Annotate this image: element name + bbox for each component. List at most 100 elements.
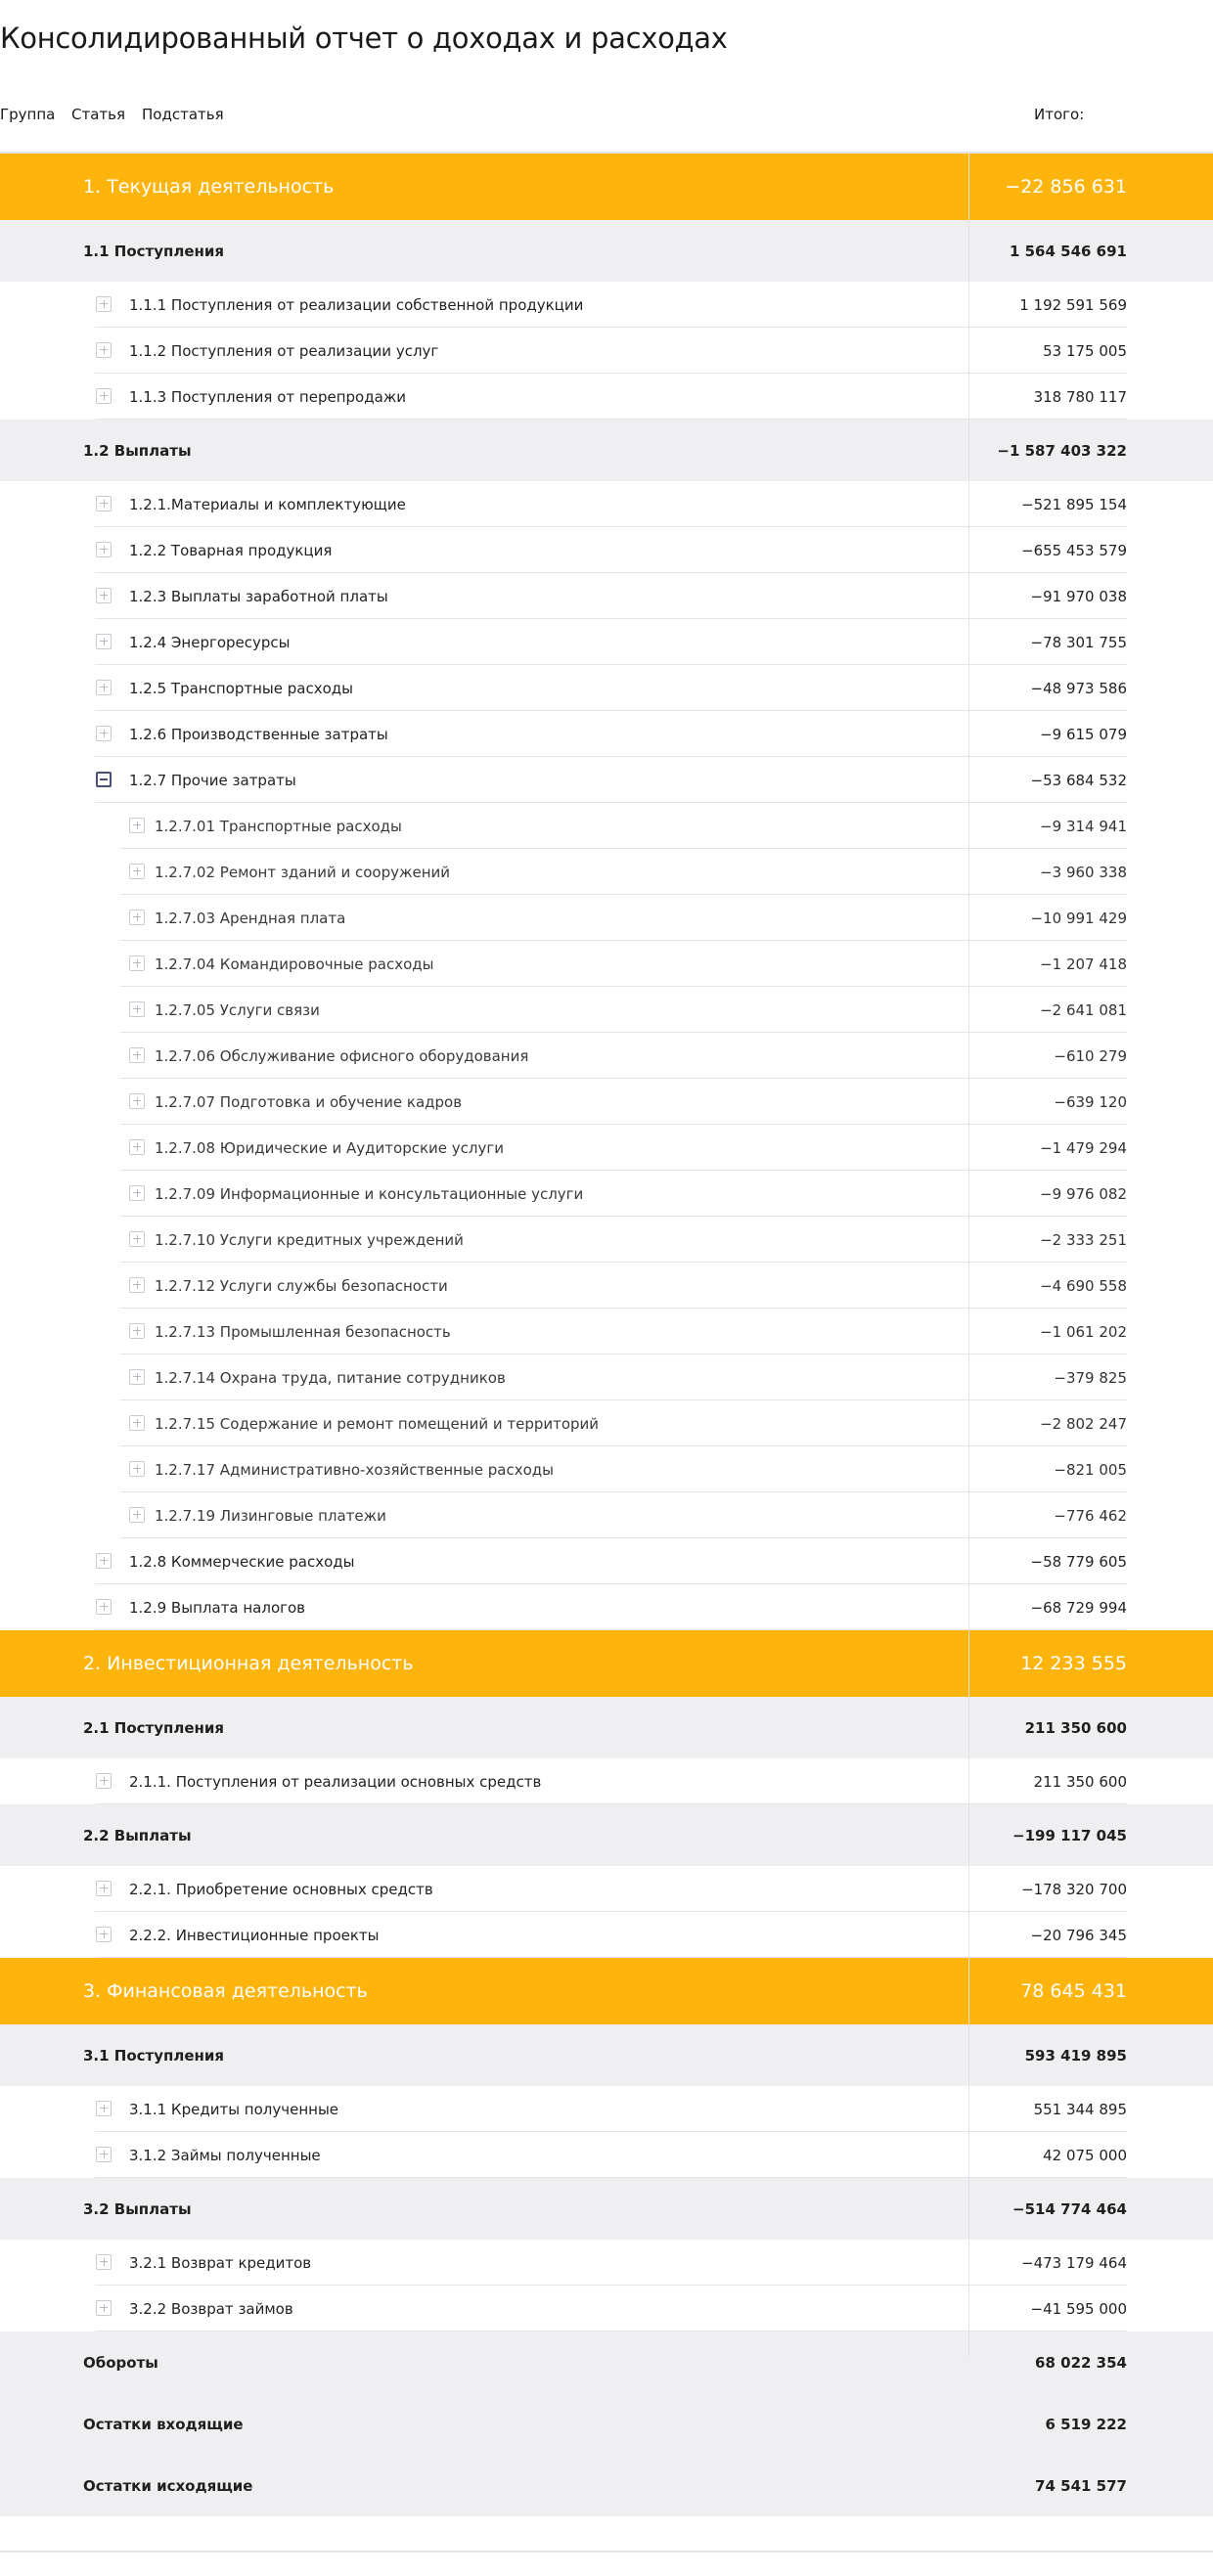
item-row[interactable]: 2.2.2. Инвестиционные проекты −20 796 345 [0, 1912, 1213, 1958]
item-row[interactable]: 2.1.1. Поступления от реализации основны… [0, 1758, 1213, 1804]
item-row[interactable]: 1.1.2 Поступления от реализации услуг 53 … [0, 328, 1213, 374]
sub-item-row[interactable]: 1.2.7.01 Транспортные расходы −9 314 941 [0, 803, 1213, 849]
column-header-article[interactable]: Статья [71, 106, 125, 123]
sub-item-row[interactable]: 1.2.7.06 Обслуживание офисного оборудова… [0, 1033, 1213, 1079]
expand-icon[interactable] [96, 1926, 112, 1942]
section-row: 1. Текущая деятельность −22 856 631 [0, 154, 1213, 220]
row-label: 1.2.7.03 Арендная плата [155, 909, 346, 927]
item-row[interactable]: 1.2.3 Выплаты заработной платы −91 970 03… [0, 573, 1213, 619]
expand-icon[interactable] [96, 587, 112, 603]
row-total-value: −1 061 202 [1040, 1322, 1127, 1341]
column-header-group[interactable]: Группа [0, 106, 55, 123]
sub-item-row[interactable]: 1.2.7.02 Ремонт зданий и сооружений −3 96… [0, 849, 1213, 895]
expand-icon[interactable] [96, 2253, 112, 2270]
expand-icon[interactable] [96, 387, 112, 404]
expand-icon[interactable] [96, 2100, 112, 2116]
sub-item-row[interactable]: 1.2.7.13 Промышленная безопасность −1 061… [0, 1309, 1213, 1355]
expand-icon[interactable] [96, 295, 112, 312]
row-total-value: −2 802 247 [1040, 1414, 1127, 1433]
sub-item-row[interactable]: 1.2.7.12 Услуги службы безопасности −4 69… [0, 1263, 1213, 1309]
row-label: 1.2.7.09 Информационные и консультационн… [155, 1184, 584, 1203]
sub-item-row[interactable]: 1.2.7.04 Командировочные расходы −1 207 4… [0, 941, 1213, 987]
row-total-value: −9 314 941 [1040, 817, 1127, 835]
row-total-value: 593 419 895 [1024, 2046, 1127, 2065]
item-row[interactable]: 1.2.9 Выплата налогов −68 729 994 [0, 1584, 1213, 1630]
sub-item-row[interactable]: 1.2.7.08 Юридические и Аудиторские услуг… [0, 1125, 1213, 1171]
expand-icon[interactable] [96, 725, 112, 741]
row-label: 3. Финансовая деятельность [83, 1980, 368, 2002]
sub-item-row[interactable]: 1.2.7.15 Содержание и ремонт помещений и… [0, 1400, 1213, 1446]
collapse-icon[interactable] [96, 771, 112, 787]
summary-row: Обороты 68 022 354 [0, 2332, 1213, 2393]
sub-item-row[interactable]: 1.2.7.09 Информационные и консультационн… [0, 1171, 1213, 1217]
row-label: 1.2.5 Транспортные расходы [129, 679, 353, 697]
sub-item-row[interactable]: 1.2.7.19 Лизинговые платежи −776 462 [0, 1492, 1213, 1538]
expand-icon[interactable] [129, 1000, 145, 1017]
column-header-subarticle[interactable]: Подстатья [142, 106, 224, 123]
row-label: 2.2 Выплаты [83, 1826, 192, 1844]
sub-item-row[interactable]: 1.2.7.17 Административно-хозяйственные р… [0, 1446, 1213, 1492]
expand-icon[interactable] [129, 1460, 145, 1477]
item-row[interactable]: 3.2.1 Возврат кредитов −473 179 464 [0, 2240, 1213, 2286]
sub-item-row[interactable]: 1.2.7.10 Услуги кредитных учреждений −2 3… [0, 1217, 1213, 1263]
expand-icon[interactable] [129, 1230, 145, 1247]
item-row[interactable]: 3.2.2 Возврат займов −41 595 000 [0, 2286, 1213, 2332]
row-total-value: −3 960 338 [1040, 863, 1127, 881]
expand-icon[interactable] [96, 1552, 112, 1569]
row-label: 1.2.7.10 Услуги кредитных учреждений [155, 1230, 464, 1249]
item-row[interactable]: 1.2.7 Прочие затраты −53 684 532 [0, 757, 1213, 803]
expand-icon[interactable] [129, 1092, 145, 1109]
row-label: 2. Инвестиционная деятельность [83, 1653, 414, 1674]
expand-icon[interactable] [129, 1368, 145, 1385]
row-label: 1.2.3 Выплаты заработной платы [129, 587, 388, 605]
expand-icon[interactable] [96, 2299, 112, 2316]
section-row: 2. Инвестиционная деятельность 12 233 555 [0, 1630, 1213, 1697]
expand-icon[interactable] [96, 495, 112, 511]
expand-icon[interactable] [129, 1046, 145, 1063]
item-row[interactable]: 1.2.2 Товарная продукция −655 453 579 [0, 527, 1213, 573]
expand-icon[interactable] [129, 817, 145, 833]
sub-item-row[interactable]: 1.2.7.05 Услуги связи −2 641 081 [0, 987, 1213, 1033]
expand-icon[interactable] [96, 541, 112, 557]
sub-item-row[interactable]: 1.2.7.03 Арендная плата −10 991 429 [0, 895, 1213, 941]
item-row[interactable]: 2.2.1. Приобретение основных средств −178… [0, 1866, 1213, 1912]
item-row[interactable]: 1.2.6 Производственные затраты −9 615 079 [0, 711, 1213, 757]
row-label: 3.2.2 Возврат займов [129, 2299, 293, 2318]
item-row[interactable]: 3.1.1 Кредиты полученные 551 344 895 [0, 2086, 1213, 2132]
row-label: 1.2.7.07 Подготовка и обучение кадров [155, 1092, 463, 1111]
expand-icon[interactable] [96, 633, 112, 649]
expand-icon[interactable] [129, 1276, 145, 1293]
row-label: 1.2.7.15 Содержание и ремонт помещений и… [155, 1414, 600, 1433]
row-total-value: −68 729 994 [1030, 1598, 1127, 1617]
item-row[interactable]: 1.2.8 Коммерческие расходы −58 779 605 [0, 1538, 1213, 1584]
row-total-value: −2 641 081 [1040, 1000, 1127, 1019]
expand-icon[interactable] [129, 1414, 145, 1431]
expand-icon[interactable] [129, 1506, 145, 1523]
expand-icon[interactable] [96, 1772, 112, 1789]
expand-icon[interactable] [129, 1138, 145, 1155]
item-row[interactable]: 1.2.4 Энергоресурсы −78 301 755 [0, 619, 1213, 665]
row-label: 1.2.7 Прочие затраты [129, 771, 296, 789]
expand-icon[interactable] [96, 1880, 112, 1896]
expand-icon[interactable] [96, 2146, 112, 2162]
item-row[interactable]: 1.2.5 Транспортные расходы −48 973 586 [0, 665, 1213, 711]
subsection-row: 1.1 Поступления 1 564 546 691 [0, 220, 1213, 282]
expand-icon[interactable] [96, 679, 112, 695]
expand-icon[interactable] [129, 1184, 145, 1201]
expand-icon[interactable] [96, 1598, 112, 1615]
expand-icon[interactable] [96, 341, 112, 358]
expand-icon[interactable] [129, 863, 145, 879]
item-row[interactable]: 1.2.1.Материалы и комплектующие −521 895 … [0, 481, 1213, 527]
item-row[interactable]: 3.1.2 Займы полученные 42 075 000 [0, 2132, 1213, 2178]
row-label: 3.1 Поступления [83, 2046, 225, 2065]
expand-icon[interactable] [129, 955, 145, 971]
expand-icon[interactable] [129, 909, 145, 925]
row-total-value: −655 453 579 [1021, 541, 1127, 559]
item-row[interactable]: 1.1.1 Поступления от реализации собствен… [0, 282, 1213, 328]
expand-icon[interactable] [129, 1322, 145, 1339]
item-row[interactable]: 1.1.3 Поступления от перепродажи 318 780 … [0, 374, 1213, 420]
sub-item-row[interactable]: 1.2.7.14 Охрана труда, питание сотрудник… [0, 1355, 1213, 1400]
row-label: 1.2.7.05 Услуги связи [155, 1000, 320, 1019]
row-total-value: 53 175 005 [1043, 341, 1127, 360]
sub-item-row[interactable]: 1.2.7.07 Подготовка и обучение кадров −63… [0, 1079, 1213, 1125]
